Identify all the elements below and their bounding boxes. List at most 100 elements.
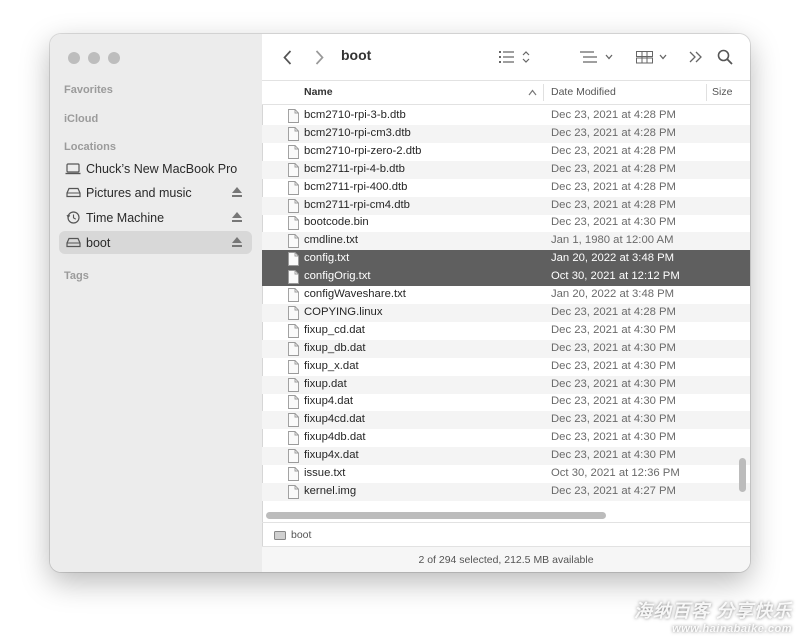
finder-window: Favorites iCloud Locations Chuck’s New M… xyxy=(50,34,750,572)
column-divider[interactable] xyxy=(706,84,707,101)
horizontal-scrollbar[interactable] xyxy=(266,512,744,519)
favorites-heading[interactable]: Favorites xyxy=(64,84,113,96)
file-row[interactable]: cmdline.txt Jan 1, 1980 at 12:00 AM xyxy=(262,232,750,251)
file-browser: boot Name Date Modified Size bcm2710-rpi… xyxy=(262,34,750,572)
file-row[interactable]: bootcode.bin Dec 23, 2021 at 4:30 PM xyxy=(262,214,750,232)
file-date-modified: Dec 23, 2021 at 4:30 PM xyxy=(551,377,676,390)
file-row[interactable]: bcm2710-rpi-zero-2.dtb Dec 23, 2021 at 4:… xyxy=(262,143,750,161)
eject-icon[interactable] xyxy=(231,235,243,249)
file-row[interactable]: fixup4.dat Dec 23, 2021 at 4:30 PM xyxy=(262,393,750,411)
horizontal-scroll-thumb[interactable] xyxy=(266,512,606,519)
file-name: fixup4x.dat xyxy=(304,449,359,462)
sidebar-item-time-machine[interactable]: Time Machine xyxy=(59,206,252,229)
sidebar-item-label: Pictures and music xyxy=(86,185,192,200)
document-icon xyxy=(288,323,299,338)
document-icon xyxy=(288,484,299,499)
file-row[interactable]: bcm2711-rpi-cm4.dtb Dec 23, 2021 at 4:28 … xyxy=(262,196,750,215)
watermark: 海纳百客 分享快乐 www.hainabaike.com xyxy=(634,597,792,635)
column-name[interactable]: Name xyxy=(304,86,333,98)
document-icon xyxy=(288,413,299,428)
file-row[interactable]: COPYING.linux Dec 23, 2021 at 4:28 PM xyxy=(262,303,750,322)
file-name: fixup_db.dat xyxy=(304,341,366,354)
file-name: bcm2710-rpi-zero-2.dtb xyxy=(304,144,422,157)
column-date-modified[interactable]: Date Modified xyxy=(551,86,616,98)
file-row[interactable]: fixup_cd.dat Dec 23, 2021 at 4:30 PM xyxy=(262,322,750,340)
document-icon xyxy=(288,341,299,356)
sidebar-item-macbook[interactable]: Chuck’s New MacBook Pro xyxy=(59,157,252,180)
group-button[interactable] xyxy=(580,46,616,68)
sidebar-item-pictures-and-music[interactable]: Pictures and music xyxy=(59,181,252,204)
watermark-text: 海纳百客 分享快乐 xyxy=(633,601,792,621)
share-menu-button[interactable] xyxy=(636,46,672,68)
file-row[interactable]: fixup4db.dat Dec 23, 2021 at 4:30 PM xyxy=(262,429,750,447)
time-machine-icon xyxy=(65,210,81,226)
document-icon xyxy=(288,216,299,231)
file-row[interactable]: bcm2711-rpi-4-b.dtb Dec 23, 2021 at 4:28 … xyxy=(262,160,750,179)
path-bar-item-boot[interactable]: boot xyxy=(291,529,311,541)
file-date-modified: Jan 20, 2022 at 3:48 PM xyxy=(551,288,675,300)
window-controls xyxy=(68,52,120,64)
file-date-modified: Oct 30, 2021 at 12:36 PM xyxy=(551,467,680,479)
path-bar: boot xyxy=(262,522,750,547)
minimize-window-button[interactable] xyxy=(88,52,100,64)
document-icon xyxy=(288,234,299,249)
sidebar-item-label: boot xyxy=(86,235,111,250)
file-name: config.txt xyxy=(304,252,350,265)
file-row[interactable]: issue.txt Oct 30, 2021 at 12:36 PM xyxy=(262,465,750,483)
file-name: bcm2710-rpi-cm3.dtb xyxy=(304,126,411,139)
document-icon xyxy=(288,431,299,446)
back-button[interactable] xyxy=(280,46,294,68)
file-date-modified: Jan 20, 2022 at 3:48 PM xyxy=(551,252,675,265)
file-row[interactable]: bcm2710-rpi-3-b.dtb Dec 23, 2021 at 4:28 … xyxy=(262,107,750,125)
file-row[interactable]: kernel.img Dec 23, 2021 at 4:27 PM xyxy=(262,482,750,501)
column-divider[interactable] xyxy=(543,84,544,101)
file-row[interactable]: bcm2710-rpi-cm3.dtb Dec 23, 2021 at 4:28 … xyxy=(262,124,750,143)
vertical-scroll-thumb[interactable] xyxy=(739,458,746,492)
file-row[interactable]: config.txt Jan 20, 2022 at 3:48 PM xyxy=(262,250,750,269)
file-name: kernel.img xyxy=(304,484,357,497)
file-date-modified: Dec 23, 2021 at 4:28 PM xyxy=(551,144,676,157)
document-icon xyxy=(288,288,299,302)
document-icon xyxy=(288,305,299,320)
sidebar: Favorites iCloud Locations Chuck’s New M… xyxy=(50,34,263,572)
file-row[interactable]: fixup.dat Dec 23, 2021 at 4:30 PM xyxy=(262,375,750,394)
document-icon xyxy=(288,180,299,195)
file-name: bcm2710-rpi-3-b.dtb xyxy=(304,109,406,121)
tags-heading[interactable]: Tags xyxy=(64,270,89,282)
document-icon xyxy=(288,109,299,123)
file-row[interactable]: configOrig.txt Oct 30, 2021 at 12:12 PM xyxy=(262,268,750,287)
sidebar-item-boot[interactable]: boot xyxy=(59,231,252,254)
eject-icon[interactable] xyxy=(231,210,243,224)
eject-icon[interactable] xyxy=(231,185,243,199)
file-date-modified: Jan 1, 1980 at 12:00 AM xyxy=(551,234,674,247)
file-name: bootcode.bin xyxy=(304,216,369,229)
close-window-button[interactable] xyxy=(68,52,80,64)
toolbar: boot xyxy=(262,34,750,80)
file-row[interactable]: fixup_x.dat Dec 23, 2021 at 4:30 PM xyxy=(262,358,750,376)
locations-heading[interactable]: Locations xyxy=(64,141,116,153)
search-button[interactable] xyxy=(716,46,734,68)
file-name: configWaveshare.txt xyxy=(304,288,406,300)
column-size[interactable]: Size xyxy=(712,86,732,98)
document-icon xyxy=(288,395,299,410)
file-row[interactable]: bcm2711-rpi-400.dtb Dec 23, 2021 at 4:28 … xyxy=(262,179,750,197)
more-toolbar-button[interactable] xyxy=(689,46,703,68)
file-row[interactable]: fixup4cd.dat Dec 23, 2021 at 4:30 PM xyxy=(262,411,750,430)
grid-icon xyxy=(636,51,667,64)
sort-ascending-icon[interactable] xyxy=(528,89,537,96)
file-row[interactable]: fixup_db.dat Dec 23, 2021 at 4:30 PM xyxy=(262,339,750,358)
file-name: fixup4db.dat xyxy=(304,431,366,444)
file-row[interactable]: configWaveshare.txt Jan 20, 2022 at 3:48 … xyxy=(262,286,750,304)
forward-button[interactable] xyxy=(312,46,326,68)
file-date-modified: Dec 23, 2021 at 4:30 PM xyxy=(551,431,676,444)
file-row[interactable]: fixup4x.dat Dec 23, 2021 at 4:30 PM xyxy=(262,447,750,466)
view-options-button[interactable] xyxy=(499,46,533,68)
file-date-modified: Dec 23, 2021 at 4:28 PM xyxy=(551,180,676,193)
file-date-modified: Dec 23, 2021 at 4:27 PM xyxy=(551,484,676,497)
zoom-window-button[interactable] xyxy=(108,52,120,64)
icloud-heading[interactable]: iCloud xyxy=(64,113,98,125)
document-icon xyxy=(288,449,299,464)
file-date-modified: Dec 23, 2021 at 4:28 PM xyxy=(551,109,676,121)
file-list[interactable]: bcm2710-rpi-3-b.dtb Dec 23, 2021 at 4:28 … xyxy=(262,104,750,510)
status-text: 2 of 294 selected, 212.5 MB available xyxy=(418,554,594,566)
